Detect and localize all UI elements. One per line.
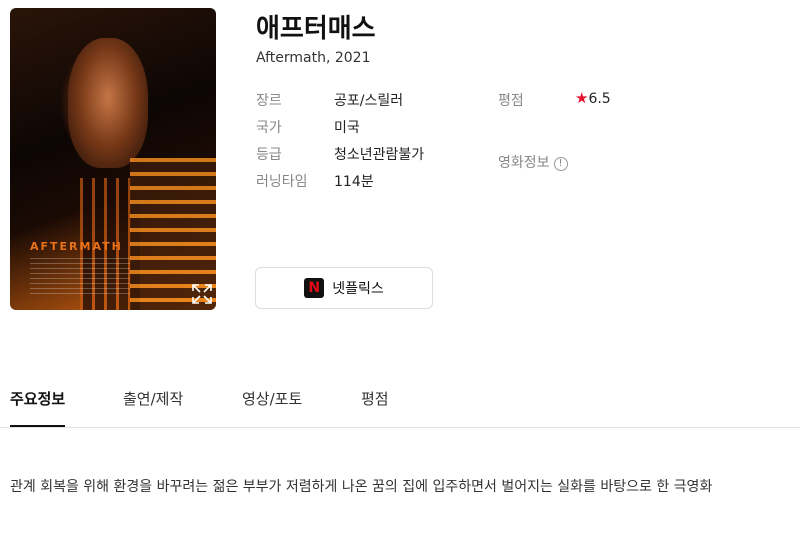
runtime-value: 114분	[334, 174, 374, 190]
netflix-watch-button[interactable]: N 넷플릭스	[255, 267, 433, 309]
grade-label: 등급	[256, 147, 282, 163]
detail-tabs: 주요정보 출연/제작 영상/포토 평점	[0, 378, 800, 428]
tab-main-info[interactable]: 주요정보	[10, 388, 66, 427]
expand-icon[interactable]	[188, 280, 216, 308]
rating-value: 6.5	[588, 91, 611, 107]
country-label: 국가	[256, 120, 282, 136]
poster-face-image	[68, 38, 148, 168]
movie-info-link[interactable]: 영화정보!	[498, 152, 568, 172]
tab-video-photo[interactable]: 영상/포토	[242, 388, 302, 427]
rating-label: 평점	[498, 93, 524, 109]
genre-label: 장르	[256, 93, 282, 109]
tab-reviews[interactable]: 평점	[361, 388, 389, 427]
genre-value: 공포/스릴러	[334, 93, 404, 109]
movie-synopsis: 관계 회복을 위해 환경을 바꾸려는 젊은 부부가 저렴하게 나온 꿈의 집에 …	[10, 479, 713, 495]
movie-title: 애프터매스	[256, 14, 376, 44]
movie-original-title-year: Aftermath, 2021	[256, 50, 371, 66]
tab-cast-production[interactable]: 출연/제작	[123, 388, 183, 427]
country-value: 미국	[334, 120, 360, 136]
star-icon: ★	[575, 89, 589, 107]
movie-poster[interactable]: AFTERMATH	[10, 8, 216, 310]
netflix-button-label: 넷플릭스	[332, 281, 384, 297]
movie-info-label: 영화정보	[498, 155, 550, 171]
netflix-logo-icon: N	[304, 278, 325, 298]
poster-credits	[30, 258, 130, 298]
grade-value: 청소년관람불가	[334, 147, 425, 163]
rating-value-group: ★6.5	[575, 89, 611, 107]
info-icon[interactable]: !	[553, 156, 568, 171]
runtime-label: 러닝타임	[256, 174, 308, 190]
poster-title: AFTERMATH	[30, 240, 123, 253]
